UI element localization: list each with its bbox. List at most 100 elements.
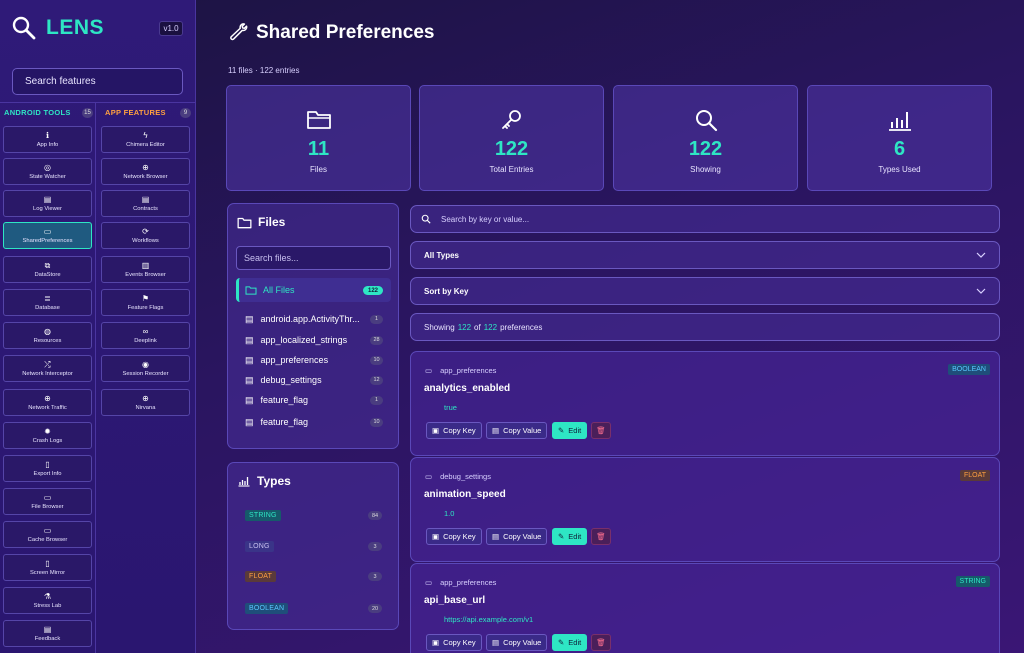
info-icon: ℹ	[45, 130, 50, 140]
all-files-item[interactable]: All Files 122	[236, 278, 391, 302]
pencil-icon: ✎	[558, 638, 565, 647]
feature-columns: ANDROID TOOLS 15 APP FEATURES 9 ℹ App Inf…	[0, 102, 196, 653]
sidebar-item-network-browser[interactable]: ⊕ Network Browser	[101, 158, 190, 185]
copy-key-button[interactable]: ▣ Copy Key	[426, 634, 482, 651]
preference-search-input[interactable]: Search by key or value...	[410, 205, 1000, 233]
type-item[interactable]: STRING 84	[245, 508, 391, 522]
sidebar-item-state-watcher[interactable]: ◎ State Watcher	[3, 158, 92, 185]
sidebar-item-network-traffic[interactable]: ⊕ Network Traffic	[3, 389, 92, 416]
page-subtitle: 11 files · 122 entries	[228, 66, 300, 75]
bar-chart-icon: ▥	[141, 260, 150, 270]
broadcast-icon: ◎	[44, 162, 51, 172]
sort-select[interactable]: Sort by Key	[410, 277, 1000, 305]
shuffle-icon: ⤮	[44, 359, 51, 369]
files-panel: Files Search files... All Files 122 ▤ and…	[227, 203, 399, 449]
type-badge: FLOAT	[245, 571, 277, 582]
phone-icon: ▯	[45, 558, 50, 568]
document-icon: ▤	[492, 638, 500, 647]
file-item[interactable]: ▤ feature_flag 10	[245, 414, 391, 430]
stat-card-types-used: 6 Types Used	[807, 85, 992, 191]
stat-card-showing: 122 Showing	[613, 85, 798, 191]
page-title: Shared Preferences	[256, 22, 435, 43]
page-header: Shared Preferences	[228, 22, 435, 44]
files-panel-header: Files	[237, 215, 285, 229]
clipboard-icon: ▣	[432, 638, 440, 647]
sidebar-item-workflows[interactable]: ⟳ Workflows	[101, 222, 190, 249]
palette-icon: ◍	[44, 326, 51, 336]
sidebar-item-cache-browser[interactable]: ▭ Cache Browser	[3, 521, 92, 548]
sidebar-item-contracts[interactable]: ▤ Contracts	[101, 190, 190, 217]
sidebar-item-deeplink[interactable]: ∞ Deeplink	[101, 322, 190, 349]
stat-label: Showing	[690, 165, 721, 174]
file-icon: ▤	[245, 334, 254, 345]
sidebar-item-resources[interactable]: ◍ Resources	[3, 322, 92, 349]
all-files-label: All Files	[263, 285, 295, 295]
copy-key-button[interactable]: ▣ Copy Key	[426, 528, 482, 545]
file-item[interactable]: ▤ app_localized_strings 28	[245, 332, 391, 348]
sidebar-item-network-interceptor[interactable]: ⤮ Network Interceptor	[3, 355, 92, 382]
type-item[interactable]: FLOAT 3	[245, 569, 391, 583]
copy-value-button[interactable]: ▤ Copy Value	[486, 528, 548, 545]
edit-button[interactable]: ✎ Edit	[552, 422, 588, 439]
sidebar-item-crash-logs[interactable]: ✹ Crash Logs	[3, 422, 92, 449]
sidebar-item-file-browser[interactable]: ▭ File Browser	[3, 488, 92, 515]
folder-icon	[237, 217, 252, 228]
sidebar-item-app-info[interactable]: ℹ App Info	[3, 126, 92, 153]
copy-key-button[interactable]: ▣ Copy Key	[426, 422, 482, 439]
file-item[interactable]: ▤ app_preferences 10	[245, 352, 391, 368]
stat-card-total-entries: 122 Total Entries	[419, 85, 604, 191]
sidebar-item-feature-flags[interactable]: ⚑ Feature Flags	[101, 289, 190, 316]
stat-label: Total Entries	[489, 165, 534, 174]
copy-value-button[interactable]: ▤ Copy Value	[486, 422, 548, 439]
type-badge: LONG	[245, 541, 274, 552]
edit-button[interactable]: ✎ Edit	[552, 528, 588, 545]
trash-icon: 🗑	[596, 532, 606, 541]
type-item[interactable]: BOOLEAN 20	[245, 601, 391, 615]
pencil-icon: ✎	[558, 426, 565, 435]
edit-button[interactable]: ✎ Edit	[552, 634, 588, 651]
delete-button[interactable]: 🗑	[591, 634, 611, 651]
trash-icon: 🗑	[596, 426, 606, 435]
clipboard-icon: ▣	[432, 426, 440, 435]
delete-button[interactable]: 🗑	[591, 528, 611, 545]
feature-search-input[interactable]: Search features	[12, 68, 183, 95]
file-item[interactable]: ▤ feature_flag 1	[245, 392, 391, 408]
sidebar-item-nirvana[interactable]: ⊕ Nirvana	[101, 389, 190, 416]
file-search-input[interactable]: Search files...	[236, 246, 391, 270]
sidebar-item-database[interactable]: ≣ Database	[3, 289, 92, 316]
sidebar-item-screen-mirror[interactable]: ▯ Screen Mirror	[3, 554, 92, 581]
types-panel-title: Types	[257, 474, 291, 488]
sidebar-item-feedback[interactable]: ▤ Feedback	[3, 620, 92, 647]
stat-value: 122	[494, 138, 529, 160]
sidebar-item-session-recorder[interactable]: ◉ Session Recorder	[101, 355, 190, 382]
sidebar-item-export-info[interactable]: ▯ Export Info	[3, 455, 92, 482]
bar-chart-icon	[888, 108, 912, 132]
showing-summary: Showing 122 of 122 preferences	[410, 313, 1000, 341]
type-filter-select[interactable]: All Types	[410, 241, 1000, 269]
sidebar-item-sharedpreferences[interactable]: ▭ SharedPreferences	[3, 222, 92, 249]
preference-source: ▭ app_preferences	[425, 578, 497, 587]
file-icon: ▤	[245, 416, 254, 427]
type-item[interactable]: LONG 3	[245, 539, 391, 553]
types-panel: Types STRING 84 LONG 3 FLOAT 3 BOOLEAN 20	[227, 462, 399, 630]
sidebar-item-log-viewer[interactable]: ▤ Log Viewer	[3, 190, 92, 217]
file-item[interactable]: ▤ debug_settings 12	[245, 372, 391, 388]
delete-button[interactable]: 🗑	[591, 422, 611, 439]
version-badge: v1.0	[159, 21, 183, 36]
preference-value: https://api.example.com/v1	[444, 615, 534, 624]
document-icon: ▤	[492, 532, 500, 541]
bar-chart-icon	[238, 477, 250, 487]
chevron-down-icon	[976, 288, 986, 294]
copy-value-button[interactable]: ▤ Copy Value	[486, 634, 548, 651]
refresh-icon: ⟳	[142, 226, 149, 236]
type-badge: FLOAT	[959, 470, 990, 481]
sidebar-item-chimera-editor[interactable]: ϟ Chimera Editor	[101, 126, 190, 153]
sidebar-item-stress-lab[interactable]: ⚗ Stress Lab	[3, 587, 92, 614]
sidebar-item-datastore[interactable]: ⧉ DataStore	[3, 256, 92, 283]
sidebar-item-events-browser[interactable]: ▥ Events Browser	[101, 256, 190, 283]
folder-icon: ▭	[425, 366, 433, 375]
file-item[interactable]: ▤ android.app.ActivityThr... 1	[245, 311, 391, 327]
preference-value: 1.0	[444, 509, 455, 518]
link-icon: ∞	[142, 326, 149, 336]
preference-key: animation_speed	[424, 489, 506, 500]
